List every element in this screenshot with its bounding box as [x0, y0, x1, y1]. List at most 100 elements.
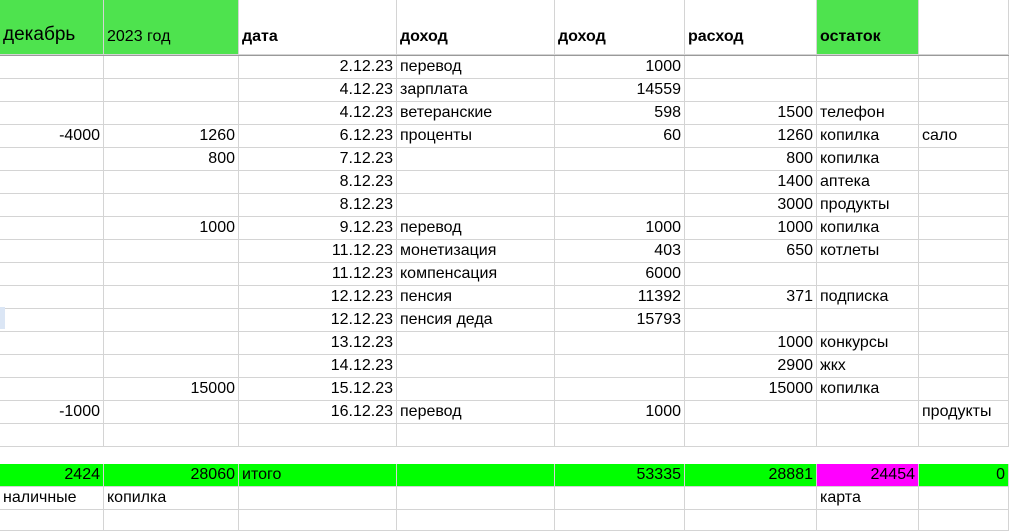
expense-note-cell[interactable] — [817, 263, 919, 286]
income-source-cell[interactable] — [397, 378, 555, 401]
income-cell[interactable] — [555, 332, 685, 355]
expense-cell[interactable]: 1500 — [685, 102, 817, 125]
total-income-cell[interactable]: 53335 — [555, 464, 685, 487]
extra-cell[interactable] — [919, 355, 1009, 378]
expense-cell[interactable]: 1000 — [685, 332, 817, 355]
savings-cell[interactable] — [104, 171, 239, 194]
empty-cell[interactable] — [919, 487, 1009, 510]
empty-cell[interactable] — [239, 487, 397, 510]
income-source-cell[interactable] — [397, 194, 555, 217]
cash-cell[interactable] — [0, 286, 104, 309]
expense-cell[interactable] — [685, 263, 817, 286]
savings-cell[interactable] — [104, 102, 239, 125]
extra-cell[interactable] — [919, 240, 1009, 263]
expense-note-cell[interactable]: конкурсы — [817, 332, 919, 355]
expense-note-cell[interactable] — [817, 309, 919, 332]
cash-cell[interactable]: -4000 — [0, 125, 104, 148]
date-cell[interactable]: 9.12.23 — [239, 217, 397, 240]
cash-cell[interactable]: -1000 — [0, 401, 104, 424]
empty-cell[interactable] — [239, 510, 397, 531]
date-cell[interactable]: 15.12.23 — [239, 378, 397, 401]
header-income-cell[interactable]: доход — [555, 0, 685, 55]
date-cell[interactable]: 7.12.23 — [239, 148, 397, 171]
empty-cell[interactable] — [397, 510, 555, 531]
savings-cell[interactable] — [104, 332, 239, 355]
income-cell[interactable]: 403 — [555, 240, 685, 263]
expense-note-cell[interactable] — [817, 79, 919, 102]
cash-cell[interactable] — [0, 217, 104, 240]
empty-cell[interactable] — [685, 510, 817, 531]
cash-cell[interactable] — [0, 148, 104, 171]
extra-cell[interactable] — [919, 424, 1009, 447]
cash-cell[interactable] — [0, 424, 104, 447]
income-source-cell[interactable] — [397, 148, 555, 171]
income-cell[interactable] — [555, 171, 685, 194]
expense-cell[interactable]: 1400 — [685, 171, 817, 194]
expense-note-cell[interactable]: аптека — [817, 171, 919, 194]
total-savings-cell[interactable]: 28060 — [104, 464, 239, 487]
empty-cell[interactable] — [685, 487, 817, 510]
date-cell[interactable]: 8.12.23 — [239, 194, 397, 217]
expense-cell[interactable]: 800 — [685, 148, 817, 171]
income-cell[interactable]: 60 — [555, 125, 685, 148]
cash-cell[interactable] — [0, 56, 104, 79]
savings-cell[interactable]: 15000 — [104, 378, 239, 401]
income-cell[interactable]: 1000 — [555, 401, 685, 424]
date-cell[interactable]: 2.12.23 — [239, 56, 397, 79]
extra-cell[interactable] — [919, 217, 1009, 240]
header-extra-cell[interactable] — [919, 0, 1009, 55]
empty-cell[interactable] — [0, 510, 104, 531]
income-source-cell[interactable]: компенсация — [397, 263, 555, 286]
income-source-cell[interactable]: зарплата — [397, 79, 555, 102]
savings-cell[interactable] — [104, 56, 239, 79]
income-source-cell[interactable] — [397, 332, 555, 355]
income-cell[interactable] — [555, 148, 685, 171]
savings-cell[interactable] — [104, 194, 239, 217]
expense-cell[interactable]: 1260 — [685, 125, 817, 148]
empty-cell[interactable] — [817, 510, 919, 531]
cash-cell[interactable] — [0, 194, 104, 217]
expense-note-cell[interactable]: копилка — [817, 378, 919, 401]
extra-cell[interactable]: продукты — [919, 401, 1009, 424]
empty-cell[interactable] — [397, 487, 555, 510]
savings-cell[interactable] — [104, 79, 239, 102]
expense-note-cell[interactable]: копилка — [817, 148, 919, 171]
savings-cell[interactable] — [104, 355, 239, 378]
savings-cell[interactable] — [104, 309, 239, 332]
income-cell[interactable]: 598 — [555, 102, 685, 125]
header-date-cell[interactable]: дата — [239, 0, 397, 55]
date-cell[interactable]: 6.12.23 — [239, 125, 397, 148]
income-cell[interactable]: 1000 — [555, 56, 685, 79]
date-cell[interactable] — [239, 424, 397, 447]
savings-cell[interactable] — [104, 263, 239, 286]
expense-cell[interactable]: 650 — [685, 240, 817, 263]
income-cell[interactable] — [555, 355, 685, 378]
expense-cell[interactable]: 371 — [685, 286, 817, 309]
income-source-cell[interactable] — [397, 171, 555, 194]
expense-note-cell[interactable]: копилка — [817, 125, 919, 148]
income-cell[interactable]: 1000 — [555, 217, 685, 240]
income-source-cell[interactable]: перевод — [397, 56, 555, 79]
date-cell[interactable]: 12.12.23 — [239, 286, 397, 309]
income-cell[interactable] — [555, 378, 685, 401]
extra-cell[interactable] — [919, 378, 1009, 401]
cash-label-cell[interactable]: наличные — [0, 487, 104, 510]
extra-cell[interactable] — [919, 263, 1009, 286]
total-source-cell[interactable] — [397, 464, 555, 487]
empty-cell[interactable] — [104, 510, 239, 531]
cash-cell[interactable] — [0, 378, 104, 401]
expense-cell[interactable] — [685, 309, 817, 332]
date-cell[interactable]: 11.12.23 — [239, 240, 397, 263]
total-balance-cell[interactable]: 24454 — [817, 464, 919, 487]
savings-cell[interactable]: 800 — [104, 148, 239, 171]
cash-cell[interactable] — [0, 171, 104, 194]
expense-note-cell[interactable]: телефон — [817, 102, 919, 125]
total-cash-cell[interactable]: 2424 — [0, 464, 104, 487]
empty-cell[interactable] — [555, 510, 685, 531]
extra-cell[interactable] — [919, 194, 1009, 217]
total-expense-cell[interactable]: 28881 — [685, 464, 817, 487]
extra-cell[interactable] — [919, 171, 1009, 194]
expense-note-cell[interactable]: продукты — [817, 194, 919, 217]
header-year-cell[interactable]: 2023 год — [104, 0, 239, 55]
income-source-cell[interactable]: проценты — [397, 125, 555, 148]
